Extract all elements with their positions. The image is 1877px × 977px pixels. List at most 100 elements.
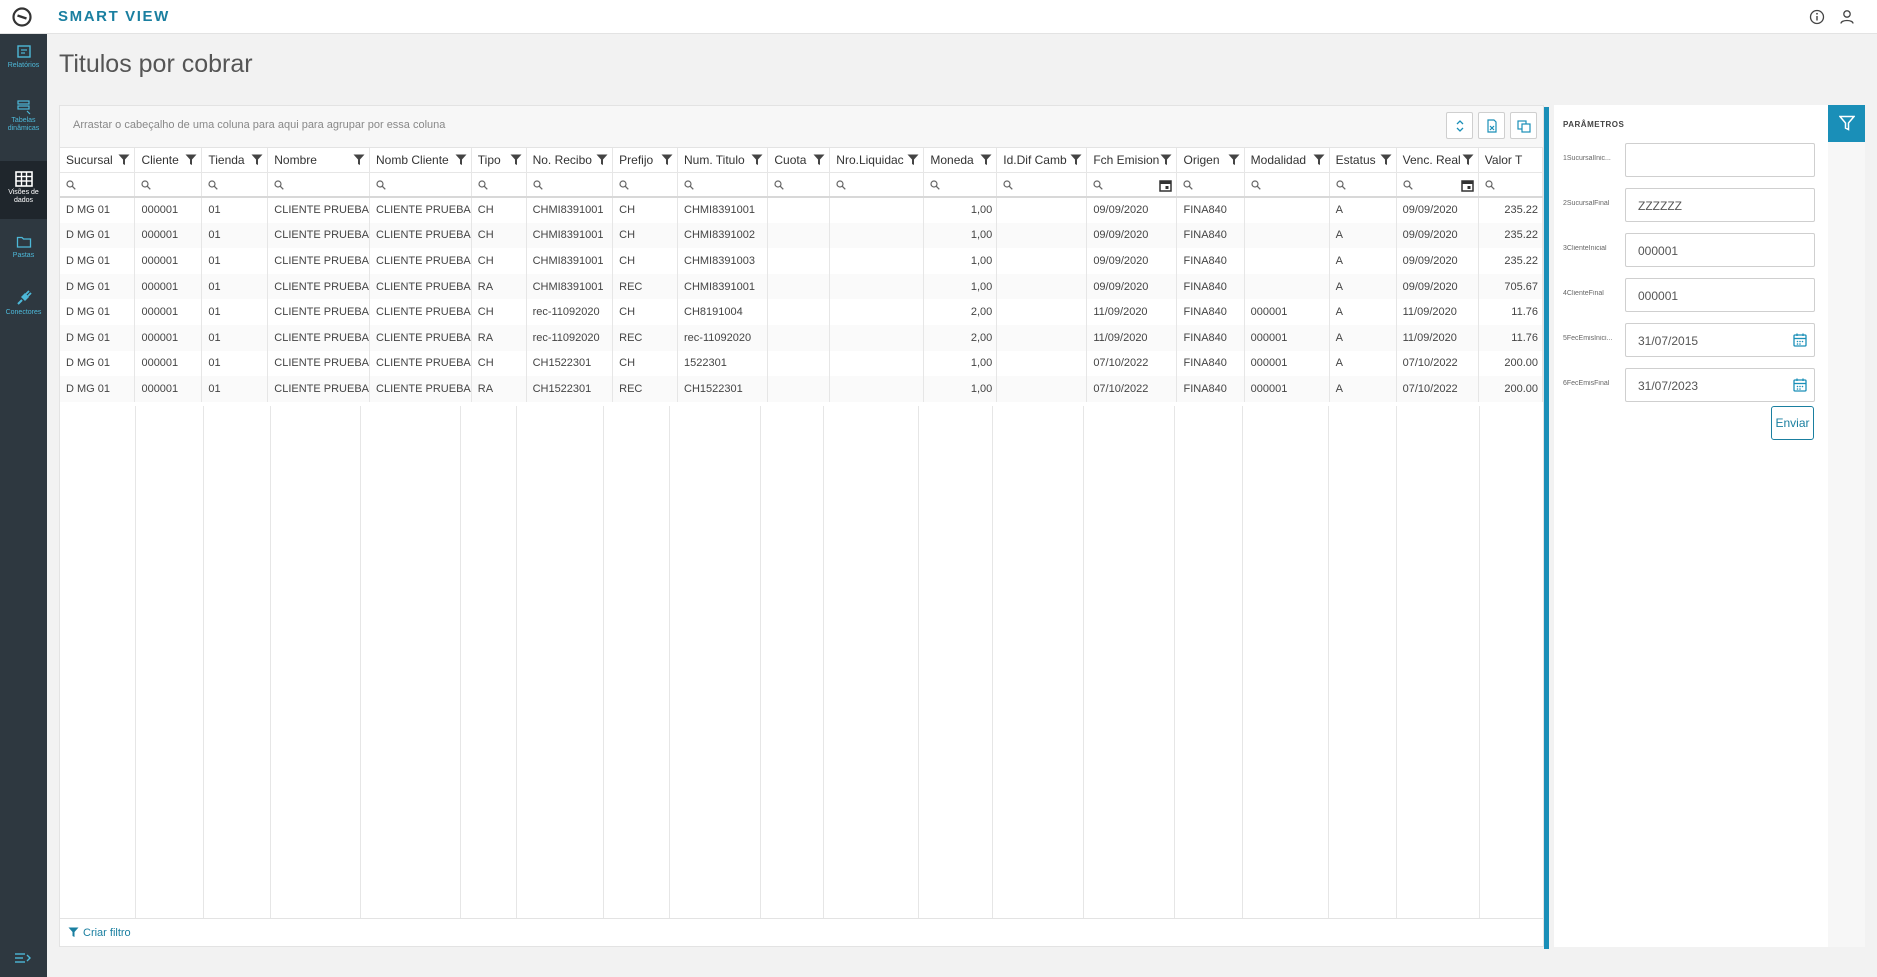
group-panel[interactable]: Arrastar o cabeçalho de uma coluna para … bbox=[60, 106, 1543, 148]
column-header[interactable]: Fch Emision bbox=[1086, 148, 1178, 173]
sidebar-item-visoes-de-dados[interactable]: Visões de dados bbox=[0, 161, 47, 219]
column-filter-icon[interactable] bbox=[118, 154, 130, 166]
column-search-input[interactable] bbox=[677, 172, 769, 198]
calendar-icon[interactable] bbox=[1793, 333, 1807, 347]
sidebar-item-pastas[interactable]: Pastas bbox=[0, 224, 47, 278]
column-header[interactable]: No. Recibo bbox=[526, 148, 614, 173]
column-filter-icon[interactable] bbox=[661, 154, 673, 166]
column-filter-icon[interactable] bbox=[751, 154, 763, 166]
column-filter-icon[interactable] bbox=[185, 154, 197, 166]
column-filter-icon[interactable] bbox=[980, 154, 992, 166]
column-filter-icon[interactable] bbox=[1462, 154, 1474, 166]
column-filter-icon[interactable] bbox=[813, 154, 825, 166]
column-filter-icon[interactable] bbox=[1380, 154, 1392, 166]
table-row[interactable]: D MG 01 000001 01 CLIENTE PRUEBA CLIENTE PRU… bbox=[60, 248, 1543, 274]
column-search-input[interactable] bbox=[1086, 172, 1178, 198]
column-filter-icon[interactable] bbox=[251, 154, 263, 166]
send-button[interactable]: Enviar bbox=[1771, 406, 1814, 440]
column-search-input[interactable] bbox=[612, 172, 678, 198]
column-header[interactable]: Tipo bbox=[471, 148, 527, 173]
column-header[interactable]: Estatus bbox=[1329, 148, 1397, 173]
user-icon[interactable] bbox=[1838, 8, 1856, 26]
table-row[interactable]: D MG 01 000001 01 CLIENTE PRUEBA CLIENTE PRU… bbox=[60, 197, 1543, 223]
column-filter-icon[interactable] bbox=[1070, 154, 1082, 166]
column-search-input[interactable] bbox=[369, 172, 472, 198]
info-icon[interactable] bbox=[1808, 8, 1826, 26]
column-filter-icon[interactable] bbox=[596, 154, 608, 166]
table-cell bbox=[1244, 248, 1330, 274]
column-filter-icon[interactable] bbox=[455, 154, 467, 166]
column-search-input[interactable] bbox=[201, 172, 269, 198]
column-filter-icon[interactable] bbox=[353, 154, 365, 166]
column-header[interactable]: Tienda bbox=[201, 148, 269, 173]
filter-tab[interactable] bbox=[1828, 105, 1865, 142]
parameter-input[interactable] bbox=[1625, 143, 1815, 177]
column-search-input[interactable] bbox=[996, 172, 1088, 198]
column-search-input[interactable] bbox=[829, 172, 925, 198]
sidebar-item-tabelas-dinamicas[interactable]: Tabelas dinâmicas bbox=[0, 89, 47, 143]
table-cell: RA bbox=[471, 376, 527, 402]
table-row[interactable]: D MG 01 000001 01 CLIENTE PRUEBA CLIENTE PRU… bbox=[60, 273, 1543, 300]
calendar-icon[interactable] bbox=[1793, 378, 1807, 392]
column-header[interactable]: Sucursal bbox=[60, 148, 136, 173]
parameter-input[interactable]: 000001 bbox=[1625, 233, 1815, 267]
column-header[interactable]: Modalidad bbox=[1244, 148, 1330, 173]
parameter-input[interactable]: ZZZZZZ bbox=[1625, 188, 1815, 222]
column-filter-icon[interactable] bbox=[907, 154, 919, 166]
calendar-icon[interactable] bbox=[1461, 179, 1474, 192]
column-chooser-button[interactable] bbox=[1510, 112, 1537, 139]
column-search-input[interactable] bbox=[1478, 172, 1543, 198]
column-header-label: Prefijo bbox=[619, 152, 654, 167]
filter-icon bbox=[68, 927, 79, 937]
column-search-input[interactable] bbox=[1244, 172, 1330, 198]
expand-collapse-button[interactable] bbox=[1446, 112, 1473, 139]
table-cell: CH bbox=[471, 299, 527, 325]
export-excel-button[interactable] bbox=[1478, 112, 1505, 139]
column-filter-icon[interactable] bbox=[1313, 154, 1325, 166]
parameter-label: 3ClienteInicial bbox=[1563, 245, 1607, 252]
table-cell: 01 bbox=[201, 248, 269, 274]
column-search-input[interactable] bbox=[767, 172, 831, 198]
column-header[interactable]: Nro.Liquidac bbox=[829, 148, 925, 173]
table-row[interactable]: D MG 01 000001 01 CLIENTE PRUEBA CLIENTE PRU… bbox=[60, 350, 1543, 377]
column-search-input[interactable] bbox=[60, 172, 136, 198]
table-row[interactable]: D MG 01 000001 01 CLIENTE PRUEBA CLIENTE PRU… bbox=[60, 324, 1543, 351]
parameter-input[interactable]: 000001 bbox=[1625, 278, 1815, 312]
column-search-input[interactable] bbox=[1176, 172, 1245, 198]
column-header[interactable]: Nomb Cliente bbox=[369, 148, 472, 173]
column-header[interactable]: Prefijo bbox=[612, 148, 678, 173]
column-header[interactable]: Valor T bbox=[1478, 148, 1543, 173]
create-filter-link[interactable]: Criar filtro bbox=[68, 927, 131, 939]
totvs-logo-icon[interactable] bbox=[12, 7, 32, 27]
column-search-input[interactable] bbox=[526, 172, 614, 198]
column-chooser-icon bbox=[1516, 120, 1531, 133]
column-header[interactable]: Cuota bbox=[767, 148, 831, 173]
column-search-input[interactable] bbox=[471, 172, 527, 198]
column-filter-icon[interactable] bbox=[1228, 154, 1240, 166]
parameter-input[interactable]: 31/07/2015 bbox=[1625, 323, 1815, 357]
column-search-input[interactable] bbox=[923, 172, 998, 198]
table-row[interactable]: D MG 01 000001 01 CLIENTE PRUEBA CLIENTE PRU… bbox=[60, 299, 1543, 325]
column-header[interactable]: Id.Dif Camb bbox=[996, 148, 1088, 173]
column-header[interactable]: Nombre bbox=[267, 148, 371, 173]
column-header[interactable]: Num. Titulo bbox=[677, 148, 769, 173]
parameter-input[interactable]: 31/07/2023 bbox=[1625, 368, 1815, 402]
column-filter-icon[interactable] bbox=[510, 154, 522, 166]
table-cell: CH bbox=[612, 299, 678, 325]
table-row[interactable]: D MG 01 000001 01 CLIENTE PRUEBA CLIENTE PRU… bbox=[60, 222, 1543, 249]
column-header[interactable]: Moneda bbox=[923, 148, 998, 173]
column-search-input[interactable] bbox=[1329, 172, 1397, 198]
calendar-icon[interactable] bbox=[1159, 179, 1173, 192]
column-search-input[interactable] bbox=[134, 172, 203, 198]
column-header[interactable]: Origen bbox=[1176, 148, 1245, 173]
column-header[interactable]: Venc. Real bbox=[1396, 148, 1479, 173]
column-filter-icon[interactable] bbox=[1160, 154, 1172, 166]
column-header[interactable]: Cliente bbox=[134, 148, 203, 173]
sidebar-item-relatorios[interactable]: Relatórios bbox=[0, 34, 47, 88]
column-search-input[interactable] bbox=[1396, 172, 1479, 198]
table-row[interactable]: D MG 01 000001 01 CLIENTE PRUEBA CLIENTE PRU… bbox=[60, 376, 1543, 402]
sidebar-item-conectores[interactable]: Conectores bbox=[0, 279, 47, 333]
collapse-menu-icon[interactable] bbox=[14, 951, 32, 965]
column-search-input[interactable] bbox=[267, 172, 371, 198]
table-cell: 2,00 bbox=[923, 324, 998, 351]
